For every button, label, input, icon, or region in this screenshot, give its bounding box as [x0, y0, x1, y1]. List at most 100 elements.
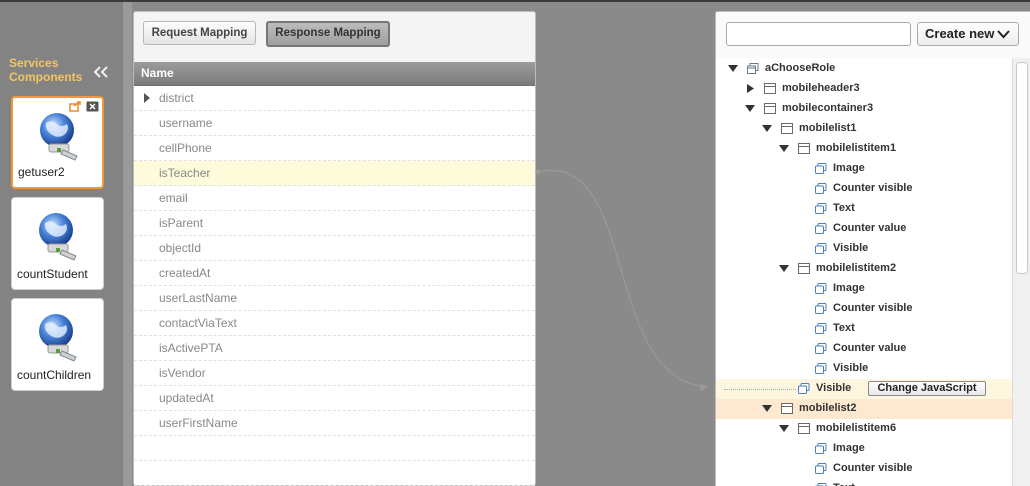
field-name: district [159, 91, 194, 105]
tree-node-label: mobilelistitem2 [816, 262, 897, 274]
field-row[interactable]: updatedAt [134, 386, 535, 411]
service-card[interactable]: countStudent [11, 197, 104, 290]
field-name: createdAt [159, 266, 211, 280]
property-icon [815, 203, 827, 214]
tree-node[interactable]: Visible [716, 239, 1012, 259]
tree-node-label: mobilelistitem6 [816, 422, 897, 434]
create-new-button[interactable]: Create new [917, 22, 1019, 46]
tree-node[interactable]: Counter value [716, 339, 1012, 359]
field-row[interactable] [134, 436, 535, 461]
tree-node[interactable]: Counter visible [716, 179, 1012, 199]
tree-scrollbar[interactable] [1012, 58, 1030, 486]
tree-node[interactable]: mobilelistitem6 [716, 419, 1012, 439]
field-row[interactable]: contactViaText [134, 311, 535, 336]
tree-node[interactable]: mobilelist1 [716, 119, 1012, 139]
expand-arrow-icon[interactable] [143, 93, 151, 103]
expanded-arrow-icon[interactable] [762, 124, 772, 133]
container-icon [781, 403, 793, 414]
field-name: isTeacher [159, 166, 211, 180]
tree-node[interactable]: mobilelistitem2 [716, 259, 1012, 279]
tree-node[interactable]: Counter value [716, 219, 1012, 239]
tree-node-label: Counter visible [833, 462, 913, 474]
field-row[interactable]: username [134, 111, 535, 136]
property-icon [815, 283, 827, 294]
property-icon [815, 323, 827, 334]
component-tree-panel: Create new aChooseRole mobileheader3 mobil… [715, 11, 1030, 486]
tree-node[interactable]: Visible [716, 359, 1012, 379]
property-icon [815, 363, 827, 374]
property-icon [815, 243, 827, 254]
tree-node[interactable]: Image [716, 439, 1012, 459]
field-name: isVendor [159, 366, 206, 380]
field-name: isActivePTA [159, 341, 223, 355]
tree-node-label: Counter value [833, 222, 907, 234]
field-row[interactable]: objectId [134, 236, 535, 261]
tree-node-label: Text [833, 202, 855, 214]
tree-node[interactable]: mobilelistitem1 [716, 139, 1012, 159]
services-sidebar: Services Components getuser2 countStudent… [0, 2, 123, 486]
change-javascript-button[interactable]: Change JavaScript [868, 381, 986, 396]
collapse-double-chevron-icon[interactable] [94, 66, 108, 78]
tree-node[interactable]: Counter visible [716, 299, 1012, 319]
tree-node-label: Image [833, 442, 865, 454]
field-name: objectId [159, 241, 202, 255]
tree-node[interactable]: mobileheader3 [716, 79, 1012, 99]
tree-node-label: Visible [833, 362, 869, 374]
column-header-name[interactable]: Name [134, 62, 535, 86]
tree-node-label: mobileheader3 [782, 82, 860, 94]
tree-node-label: mobilecontainer3 [782, 102, 874, 114]
field-row[interactable]: cellPhone [134, 136, 535, 161]
tree-node[interactable]: mobilelist2 [716, 399, 1012, 419]
field-row[interactable]: isTeacher [134, 161, 535, 186]
expanded-arrow-icon[interactable] [779, 424, 789, 433]
tree-toolbar: Create new [716, 12, 1030, 58]
field-row[interactable] [134, 461, 535, 486]
field-row[interactable]: email [134, 186, 535, 211]
service-card[interactable]: getuser2 [11, 96, 104, 189]
service-card[interactable]: countChildren [11, 298, 104, 391]
tree-node[interactable]: Image [716, 279, 1012, 299]
mapping-toolbar: Request Mapping Response Mapping [134, 12, 535, 62]
container-icon [781, 123, 793, 134]
tree-node-label: Text [833, 322, 855, 334]
tree-node[interactable]: Text [716, 319, 1012, 339]
field-row[interactable]: userFirstName [134, 411, 535, 436]
property-icon [815, 343, 827, 354]
tree-node[interactable]: Text [716, 199, 1012, 219]
field-row[interactable]: isVendor [134, 361, 535, 386]
tree-search-input[interactable] [726, 22, 911, 46]
tree-node-label: Counter visible [833, 182, 913, 194]
expanded-arrow-icon[interactable] [728, 64, 738, 73]
tree-node[interactable]: Counter visible [716, 459, 1012, 479]
expanded-arrow-icon[interactable] [779, 144, 789, 153]
scrollbar-thumb[interactable] [1016, 62, 1028, 274]
tree-node-label: mobilelistitem1 [816, 142, 897, 154]
property-icon [815, 303, 827, 314]
collapsed-arrow-icon[interactable] [746, 84, 756, 93]
expanded-arrow-icon[interactable] [762, 404, 772, 413]
field-row[interactable]: district [134, 86, 535, 111]
field-row[interactable]: isActivePTA [134, 336, 535, 361]
tree-node[interactable]: Image [716, 159, 1012, 179]
property-icon [815, 183, 827, 194]
field-row[interactable]: createdAt [134, 261, 535, 286]
splitter[interactable] [123, 2, 132, 486]
close-icon[interactable] [86, 101, 99, 112]
tree-node-label: Image [833, 162, 865, 174]
page-icon [747, 63, 759, 74]
tree-node[interactable]: mobilecontainer3 [716, 99, 1012, 119]
expanded-arrow-icon[interactable] [779, 264, 789, 273]
field-row[interactable]: userLastName [134, 286, 535, 311]
request-mapping-button[interactable]: Request Mapping [143, 21, 256, 45]
response-mapping-button[interactable]: Response Mapping [266, 21, 390, 47]
container-icon [798, 263, 810, 274]
tree-node[interactable]: aChooseRole [716, 59, 1012, 79]
expanded-arrow-icon[interactable] [745, 104, 755, 113]
tree-node[interactable]: Visible Change JavaScript [716, 379, 1012, 399]
tree-node[interactable]: Text [716, 479, 1012, 486]
tree-node-label: Counter visible [833, 302, 913, 314]
service-name: countStudent [17, 267, 88, 281]
field-name: cellPhone [159, 141, 212, 155]
field-row[interactable]: isParent [134, 211, 535, 236]
service-globe-icon [39, 314, 77, 362]
